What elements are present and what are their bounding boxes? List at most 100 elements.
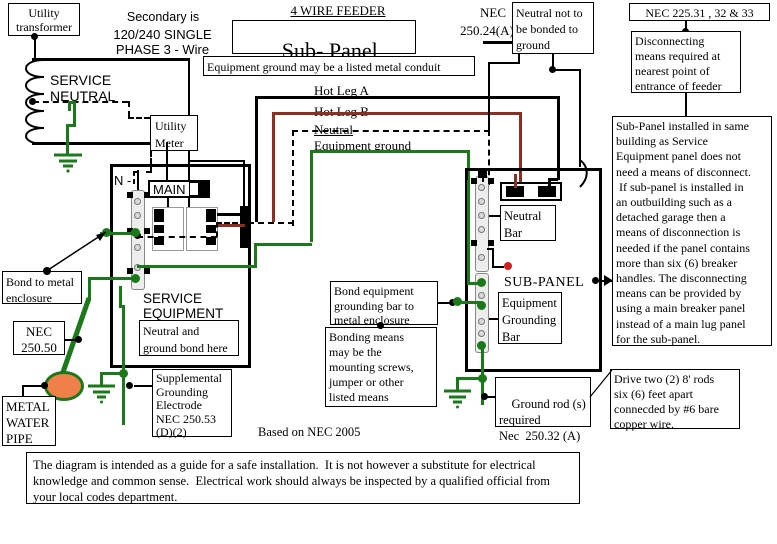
equipment-ground-conduit-note: Equipment ground may be a listed metal c… [203,56,475,76]
metal-water-pipe-label: METAL WATER PIPE [2,396,56,446]
utility-meter-box: Utility Meter [150,115,198,151]
neutral-not-bonded-run [552,69,580,71]
feeder-hot-a-left-riser [255,96,258,222]
bonding-means-leader-dot [377,322,384,329]
neutral-ground-bond-note: Neutral and ground bond here [139,320,239,356]
sub-neutral-lug-1 [478,184,485,191]
sub-ground-feeder-connect [467,282,481,285]
disconnect-to-subpanel-note-line [685,93,687,116]
drive-rods-note: Drive two (2) 8' rods six (6) feet apart… [610,369,740,431]
sub-neutral-clip-3 [471,240,477,246]
feeder-neutral-left-riser [292,130,294,226]
sub-panel-lug-block-right [538,186,556,197]
service-eq-ground-rise [254,243,257,268]
meter-right-run [188,160,244,162]
feeder-ground-left-riser [310,150,313,242]
supplemental-electrode-earth-run [100,372,124,375]
n-marker-tick [137,170,139,190]
service-neutral-label-1: SERVICE [50,72,112,88]
nec-250-24-leader-drop [488,62,490,131]
four-wire-feeder-title: 4 WIRE FEEDER [290,3,386,18]
service-neutral-dash-panel-rise [216,222,218,237]
nec-250-50-leader-dot [75,336,82,343]
nec-250-24-leader-run [488,62,520,64]
neutral-not-bonded-drop [579,69,581,167]
neutral-bar-leader [489,215,501,217]
subpanel-title-box: Sub- Panel [232,20,416,63]
bond-equipment-bar-note: Bond equipment grounding bar to metal en… [330,281,438,327]
secondary-voltage-line2: 120/240 SINGLE [113,27,212,42]
service-bus-clip-4 [144,228,150,234]
ground-rods-leader-dot [481,393,488,400]
sub-gec-earth-run [456,377,482,380]
earth-ground-icon-supplemental [87,384,117,404]
service-bus-clip-1 [127,192,133,198]
bonding-screw-bracket-bottom [492,266,504,268]
bonding-screw-bracket-top [487,248,494,250]
sub-ground-bond-enclosure-dot [453,297,462,306]
sub-panel-name-label: SUB-PANEL [504,275,585,290]
service-bus-clip-2 [144,192,150,198]
bonding-screw-bracket-v [492,248,494,268]
breaker-left-handle-2 [154,225,164,233]
transformer-ground-seg2 [73,104,76,126]
neutral-not-bonded-note: Neutral not to be bonded to ground [512,2,594,54]
water-pipe-leader-dot [41,382,48,389]
sub-neutral-terminal [478,170,487,178]
feeder-hot-b-top [272,112,522,115]
main-switch-toggle-dark-icon [199,182,208,196]
sub-eg-lug-3 [478,330,485,337]
based-on-nec-label: Based on NEC 2005 [258,425,361,439]
sub-eg-lug-1 [478,292,485,299]
feeder-ground-top [310,150,470,153]
breaker-right-handle-1 [206,209,216,222]
bond-to-enclosure-leader [42,228,110,276]
secondary-voltage-label: Secondary is [126,10,200,24]
service-bus-lug-2 [134,212,141,219]
removed-bonding-screw-indicator [504,262,512,270]
feeder-neutral-top [292,130,490,132]
sub-neutral-lug-5 [478,254,485,261]
earth-ground-icon-subpanel [443,389,473,409]
main-switch-toggle-icon[interactable] [188,182,200,196]
sub-neutral-clip-2 [488,178,494,184]
earth-ground-icon-transformer [52,152,84,174]
disclaimer-box: The diagram is intended as a guide for a… [26,452,580,504]
service-neutral-dash-drop [128,101,130,117]
breaker-right-handle-3 [206,237,216,245]
sub-neutral-clip-1 [471,178,477,184]
hot-leg-a-top-run [32,58,188,61]
ground-rods-required-note: Ground rod (s) required Nec 250.32 (A) [495,377,591,443]
service-neutral-dash-2 [128,117,150,119]
feeder-hot-a-top [255,96,560,99]
bond-enclosure-dot-inner [131,228,140,237]
supplemental-leader-dot [126,382,133,389]
service-neutral-label-2: NEUTRAL [50,88,116,104]
breaker-left-handle-1 [154,209,164,222]
equipment-grounding-bar-leader [489,318,499,320]
sub-neutral-lug-2 [478,198,485,205]
service-bus-clip-5 [127,268,133,274]
transformer-ground-seg3 [66,124,69,154]
nec-225-box: NEC 225.31 , 32 & 33 [629,3,770,21]
service-hot-b-to-lug [217,224,245,227]
main-breaker-switch[interactable]: MAIN [148,180,210,198]
supplemental-grounding-electrode-note: Supplemental Grounding Electrode NEC 250… [152,369,232,439]
service-bus-lug-1 [134,198,141,205]
feeder-hot-b-left-riser [272,112,275,222]
neutral-bar-n-marker: N - [114,173,132,188]
service-eq-ground-out [254,243,312,246]
service-neutral-dash-panel-run [137,236,217,238]
supplemental-leader [134,385,153,387]
main-switch-label: MAIN [153,181,186,197]
utility-transformer-label: Utility transformer [8,3,80,36]
service-eq-ground-run [137,265,257,268]
nec-250-50-box: NEC 250.50 [13,321,65,355]
breaker-left-handle-3 [154,237,164,245]
drive-rods-leader [588,368,614,400]
breaker-right-handle-2 [206,225,216,233]
service-neutral-dash-panel-run2 [216,222,238,224]
bonding-means-note: Bonding means may be the mounting screws… [325,327,437,407]
sub-hot-a-run [548,178,558,181]
service-bus-clip-6 [144,268,150,274]
